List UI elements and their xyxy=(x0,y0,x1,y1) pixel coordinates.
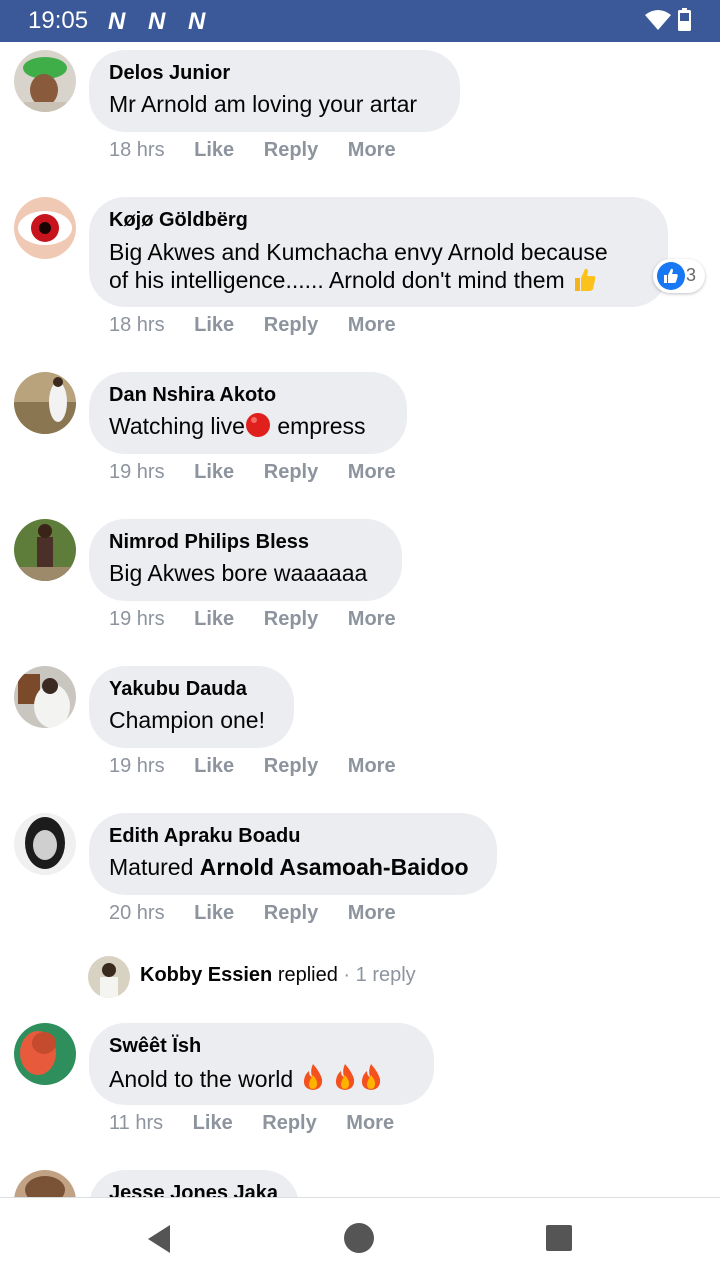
more-button[interactable]: More xyxy=(348,608,396,631)
notification-icon: N xyxy=(148,8,165,35)
comment-timestamp: 19 hrs xyxy=(109,608,165,630)
commenter-name[interactable]: Swêêt Ïsh xyxy=(109,1033,414,1059)
commenter-name[interactable]: Edith Apraku Boadu xyxy=(109,823,477,849)
comment-bubble[interactable]: Delos Junior Mr Arnold am loving your ar… xyxy=(89,50,460,132)
fire-emoji-icon xyxy=(332,1063,358,1098)
comment-actions: 19 hrs Like Reply More xyxy=(109,608,396,631)
like-reaction-icon xyxy=(657,262,685,290)
comment-text: Matured Arnold Asamoah-Baidoo xyxy=(109,854,469,880)
comment-actions: 18 hrs Like Reply More xyxy=(109,139,396,162)
like-button[interactable]: Like xyxy=(194,139,234,162)
red-circle-emoji-icon xyxy=(245,412,271,445)
like-button[interactable]: Like xyxy=(194,902,234,925)
reply-button[interactable]: Reply xyxy=(264,139,318,162)
comment-timestamp: 11 hrs xyxy=(109,1112,164,1134)
home-icon[interactable] xyxy=(343,1222,375,1254)
avatar[interactable] xyxy=(14,197,76,259)
comment-text: Big Akwes and Kumchacha envy Arnold beca… xyxy=(109,239,608,265)
avatar[interactable] xyxy=(14,666,76,728)
comment-text: Anold to the world xyxy=(109,1063,414,1098)
commenter-name[interactable]: Jesse Jones Jaka xyxy=(109,1180,279,1197)
comment-bubble[interactable]: Køjø Göldbërg Big Akwes and Kumchacha en… xyxy=(89,197,668,307)
like-button[interactable]: Like xyxy=(194,461,234,484)
fire-emoji-icon xyxy=(358,1063,384,1098)
comment-bubble[interactable]: Edith Apraku Boadu Matured Arnold Asamoa… xyxy=(89,813,497,895)
like-button[interactable]: Like xyxy=(194,755,234,778)
comment-timestamp: 20 hrs xyxy=(109,902,165,924)
recent-apps-icon[interactable] xyxy=(545,1224,573,1252)
commenter-name[interactable]: Køjø Göldbërg xyxy=(109,207,648,233)
more-button[interactable]: More xyxy=(348,461,396,484)
like-button[interactable]: Like xyxy=(194,608,234,631)
comment-bubble[interactable]: Jesse Jones Jaka xyxy=(89,1170,299,1197)
notification-icon: N xyxy=(108,8,125,35)
notification-icon: N xyxy=(188,8,205,35)
navigation-bar xyxy=(0,1197,720,1281)
comment-text: Watching live empress xyxy=(109,412,387,445)
more-button[interactable]: More xyxy=(346,1112,394,1135)
comments-feed[interactable]: Delos Junior Mr Arnold am loving your ar… xyxy=(0,42,720,1197)
battery-icon xyxy=(678,8,691,31)
avatar[interactable] xyxy=(14,1170,76,1197)
reply-button[interactable]: Reply xyxy=(264,608,318,631)
comment-timestamp: 18 hrs xyxy=(109,314,165,336)
comment-actions: 19 hrs Like Reply More xyxy=(109,461,396,484)
comment-bubble[interactable]: Dan Nshira Akoto Watching live empress xyxy=(89,372,407,454)
reply-button[interactable]: Reply xyxy=(264,902,318,925)
comment-timestamp: 19 hrs xyxy=(109,461,165,483)
commenter-name[interactable]: Nimrod Philips Bless xyxy=(109,529,382,555)
reply-button[interactable]: Reply xyxy=(262,1112,316,1135)
comment-bubble[interactable]: Swêêt Ïsh Anold to the world xyxy=(89,1023,434,1105)
avatar[interactable] xyxy=(14,372,76,434)
comment-actions: 18 hrs Like Reply More xyxy=(109,314,396,337)
more-button[interactable]: More xyxy=(348,755,396,778)
reply-button[interactable]: Reply xyxy=(264,755,318,778)
comment-actions: 11 hrs Like Reply More xyxy=(109,1112,394,1135)
avatar[interactable] xyxy=(14,1023,76,1085)
commenter-name[interactable]: Delos Junior xyxy=(109,60,440,86)
more-button[interactable]: More xyxy=(348,314,396,337)
avatar[interactable] xyxy=(14,813,76,875)
comment-timestamp: 19 hrs xyxy=(109,755,165,777)
status-bar: 19:05 N N N xyxy=(0,0,720,42)
reaction-count: 3 xyxy=(686,265,697,285)
avatar[interactable] xyxy=(14,519,76,581)
replies-summary: Kobby Essien replied · 1 reply xyxy=(140,964,416,986)
comment-actions: 20 hrs Like Reply More xyxy=(109,902,396,925)
mention-link[interactable]: Arnold Asamoah-Baidoo xyxy=(200,854,469,880)
commenter-name[interactable]: Yakubu Dauda xyxy=(109,676,274,702)
fire-emoji-icon xyxy=(300,1063,326,1098)
comment-timestamp: 18 hrs xyxy=(109,139,165,161)
like-button[interactable]: Like xyxy=(193,1112,233,1135)
like-button[interactable]: Like xyxy=(194,314,234,337)
reply-author-name[interactable]: Kobby Essien xyxy=(140,964,272,986)
reply-count: · 1 reply xyxy=(337,964,416,986)
avatar xyxy=(88,956,130,998)
comment-text: Mr Arnold am loving your artar xyxy=(109,91,418,117)
reply-button[interactable]: Reply xyxy=(264,314,318,337)
reply-button[interactable]: Reply xyxy=(264,461,318,484)
more-button[interactable]: More xyxy=(348,139,396,162)
thumbs-up-emoji-icon xyxy=(571,266,597,298)
comment-actions: 19 hrs Like Reply More xyxy=(109,755,396,778)
back-icon[interactable] xyxy=(146,1224,172,1254)
more-button[interactable]: More xyxy=(348,902,396,925)
comment-bubble[interactable]: Yakubu Dauda Champion one! xyxy=(89,666,294,748)
status-time: 19:05 xyxy=(28,7,89,34)
comment-bubble[interactable]: Nimrod Philips Bless Big Akwes bore waaa… xyxy=(89,519,402,601)
reaction-badge[interactable]: 3 xyxy=(653,259,705,293)
comment-text: Big Akwes bore waaaaaa xyxy=(109,560,368,586)
comment-text: Champion one! xyxy=(109,707,265,733)
commenter-name[interactable]: Dan Nshira Akoto xyxy=(109,382,387,408)
comment-text: of his intelligence...... Arnold don't m… xyxy=(109,266,648,298)
avatar[interactable] xyxy=(14,50,76,112)
wifi-icon xyxy=(645,10,671,30)
